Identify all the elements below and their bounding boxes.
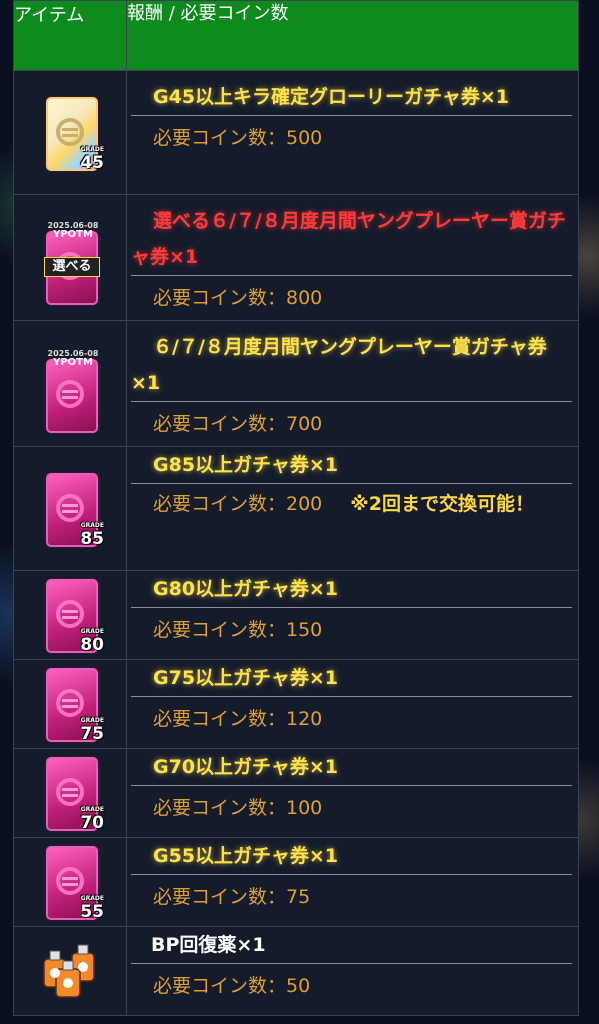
table-row[interactable]: BP回復薬×1 必要コイン数：50 <box>13 926 579 1016</box>
reward-column-header: 報酬 / 必要コイン数 <box>126 0 579 71</box>
item-cell: GRADE 75 <box>13 659 127 749</box>
grade-badge: GRADE 75 <box>80 717 104 745</box>
item-cell: GRADE 45 <box>13 70 127 195</box>
grade-badge: GRADE 70 <box>80 806 104 834</box>
reward-name: G45以上キラ確定グローリーガチャ券×1 <box>153 86 509 108</box>
reward-cell: G55以上ガチャ券×1 必要コイン数：75 <box>126 837 579 927</box>
coin-cost: 必要コイン数：150 <box>153 619 323 641</box>
reward-cell: 選べる６/７/８月度月間ヤングプレーヤー賞ガチャ券×1 必要コイン数：800 <box>126 194 579 321</box>
pink-ticket-icon: GRADE 80 <box>46 579 104 655</box>
table-row[interactable]: GRADE 80 G80以上ガチャ券×1 必要コイン数：150 <box>13 570 579 660</box>
coin-cost: 必要コイン数：50 <box>153 975 311 997</box>
table-row[interactable]: GRADE 45 G45以上キラ確定グローリーガチャ券×1 必要コイン数：500 <box>13 70 579 195</box>
item-cell <box>13 926 127 1016</box>
reward-name: BP回復薬×1 <box>151 934 266 956</box>
gold-ticket-icon: GRADE 45 <box>46 97 104 173</box>
coin-cost: 必要コイン数：700 <box>153 413 323 435</box>
reward-name: G55以上ガチャ券×1 <box>153 845 338 867</box>
item-cell: 2025.06-08 YPOTM 選べる <box>13 194 127 321</box>
table-row[interactable]: GRADE 75 G75以上ガチャ券×1 必要コイン数：120 <box>13 659 579 749</box>
table-row[interactable]: GRADE 85 G85以上ガチャ券×1 必要コイン数：200 ※2回まで交換可能！ <box>13 446 579 571</box>
item-cell: GRADE 80 <box>13 570 127 660</box>
coin-cost: 必要コイン数：800 <box>153 287 323 309</box>
reward-cell: BP回復薬×1 必要コイン数：50 <box>126 926 579 1016</box>
reward-cell: G70以上ガチャ券×1 必要コイン数：100 <box>126 748 579 838</box>
reward-cell: G85以上ガチャ券×1 必要コイン数：200 ※2回まで交換可能！ <box>126 446 579 571</box>
ypotm-ticket-icon: 2025.06-08 YPOTM <box>46 349 98 433</box>
reward-table: アイテム 報酬 / 必要コイン数 GRADE 45 G45以上キラ確定グローリーガ… <box>13 0 579 1016</box>
reward-cell: G80以上ガチャ券×1 必要コイン数：150 <box>126 570 579 660</box>
table-row[interactable]: 2025.06-08 YPOTM 選べる 選べる６/７/８月度月間ヤングプレーヤー… <box>13 194 579 321</box>
item-column-header: アイテム <box>13 0 127 71</box>
reward-cell: G45以上キラ確定グローリーガチャ券×1 必要コイン数：500 <box>126 70 579 195</box>
reward-cell: ６/７/８月度月間ヤングプレーヤー賞ガチャ券×1 必要コイン数：700 <box>126 320 579 447</box>
item-cell: GRADE 70 <box>13 748 127 838</box>
exchange-limit-note: ※2回まで交換可能！ <box>350 493 534 515</box>
bp-potion-icon <box>43 944 95 998</box>
coin-cost: 必要コイン数：75 <box>153 886 311 908</box>
pink-ticket-icon: GRADE 85 <box>46 473 104 549</box>
grade-badge: GRADE 85 <box>80 522 104 550</box>
reward-name: G80以上ガチャ券×1 <box>153 578 338 600</box>
choose-ticket-icon: 2025.06-08 YPOTM 選べる <box>44 221 100 305</box>
coin-cost: 必要コイン数：120 <box>153 708 323 730</box>
reward-cell: G75以上ガチャ券×1 必要コイン数：120 <box>126 659 579 749</box>
reward-name: 選べる６/７/８月度月間ヤングプレーヤー賞ガチャ券×1 <box>131 210 566 268</box>
grade-badge: GRADE 80 <box>80 628 104 656</box>
table-row[interactable]: GRADE 55 G55以上ガチャ券×1 必要コイン数：75 <box>13 837 579 927</box>
pink-ticket-icon: GRADE 75 <box>46 668 104 744</box>
choose-badge: 選べる <box>44 257 100 277</box>
table-row[interactable]: GRADE 70 G70以上ガチャ券×1 必要コイン数：100 <box>13 748 579 838</box>
item-cell: GRADE 85 <box>13 446 127 571</box>
coin-cost: 必要コイン数：500 <box>153 127 323 149</box>
reward-name: G75以上ガチャ券×1 <box>153 667 338 689</box>
reward-name: ６/７/８月度月間ヤングプレーヤー賞ガチャ券×1 <box>131 336 547 394</box>
reward-name: G70以上ガチャ券×1 <box>153 756 338 778</box>
reward-name: G85以上ガチャ券×1 <box>153 454 338 476</box>
pink-ticket-icon: GRADE 70 <box>46 757 104 833</box>
item-cell: GRADE 55 <box>13 837 127 927</box>
grade-badge: GRADE 45 <box>80 146 104 174</box>
item-cell: 2025.06-08 YPOTM <box>13 320 127 447</box>
pink-ticket-icon: GRADE 55 <box>46 846 104 922</box>
coin-cost: 必要コイン数：200 ※2回まで交換可能！ <box>153 493 534 515</box>
coin-cost: 必要コイン数：100 <box>153 797 323 819</box>
table-row[interactable]: 2025.06-08 YPOTM ６/７/８月度月間ヤングプレーヤー賞ガチャ券×1… <box>13 320 579 447</box>
table-header: アイテム 報酬 / 必要コイン数 <box>13 0 579 71</box>
grade-badge: GRADE 55 <box>80 895 104 923</box>
